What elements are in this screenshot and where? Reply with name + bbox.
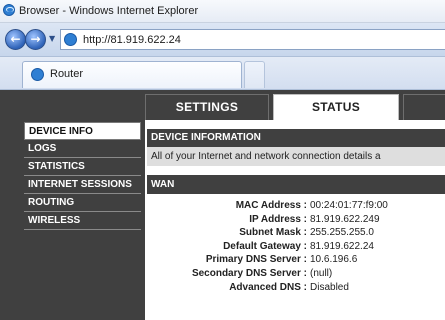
sidebar-item-wireless[interactable]: WIRELESS (24, 212, 141, 230)
device-info-heading: DEVICE INFORMATION (147, 129, 445, 147)
wan-label: Default Gateway : (223, 240, 307, 252)
router-sidebar: DEVICE INFO LOGS STATISTICS INTERNET SES… (24, 120, 141, 320)
browser-tab-strip: Router (0, 57, 445, 90)
tab-favicon-icon (31, 68, 44, 81)
wan-label: Advanced DNS : (229, 281, 307, 293)
tab-settings[interactable]: SETTINGS (145, 94, 269, 120)
wan-details: MAC Address : 00:24:01:77:f9:00 IP Addre… (145, 199, 445, 294)
navigation-bar: ← → ▼ http://81.919.622.24 (0, 23, 445, 57)
wan-value: 10.6.196.6 (310, 254, 358, 266)
browser-tab-label: Router (50, 68, 84, 80)
sidebar-item-routing[interactable]: ROUTING (24, 194, 141, 212)
sidebar-item-device-info[interactable]: DEVICE INFO (24, 122, 141, 140)
tab-next[interactable] (403, 94, 445, 120)
address-bar[interactable]: http://81.919.622.24 (60, 29, 445, 50)
window-title-bar: Browser - Windows Internet Explorer (0, 0, 445, 23)
back-button[interactable]: ← (5, 29, 26, 50)
new-tab-button[interactable] (244, 61, 265, 88)
tab-status[interactable]: STATUS (273, 94, 399, 120)
wan-value: (null) (310, 267, 333, 279)
device-info-description: All of your Internet and network connect… (147, 147, 445, 166)
wan-label: Subnet Mask : (239, 227, 307, 239)
router-content: DEVICE INFORMATION All of your Internet … (145, 120, 445, 320)
recent-pages-dropdown-icon[interactable]: ▼ (49, 34, 55, 43)
router-top-nav: SETTINGS STATUS (0, 90, 445, 120)
address-url[interactable]: http://81.919.622.24 (83, 34, 181, 46)
wan-value: 00:24:01:77:f9:00 (310, 200, 388, 211)
forward-button[interactable]: → (25, 29, 46, 50)
wan-label: Primary DNS Server : (205, 254, 307, 266)
wan-row-primary-dns: Primary DNS Server : 10.6.196.6 (145, 253, 445, 267)
sidebar-item-statistics[interactable]: STATISTICS (24, 158, 141, 176)
sidebar-item-logs[interactable]: LOGS (24, 140, 141, 158)
wan-row-ip: IP Address : 81.919.622.249 (145, 213, 445, 227)
page-favicon-icon (64, 33, 77, 46)
wan-label: MAC Address : (235, 200, 307, 211)
wan-heading: WAN (147, 175, 445, 194)
wan-value: Disabled (310, 281, 349, 293)
internet-explorer-icon (3, 4, 15, 16)
forward-arrow-icon: → (30, 32, 41, 46)
sidebar-item-internet-sessions[interactable]: INTERNET SESSIONS (24, 176, 141, 194)
window-title: Browser - Windows Internet Explorer (19, 5, 199, 17)
wan-row-subnet: Subnet Mask : 255.255.255.0 (145, 226, 445, 240)
wan-label: Secondary DNS Server : (191, 267, 307, 279)
router-page: SETTINGS STATUS DEVICE INFO LOGS STATIST… (0, 90, 445, 320)
wan-value: 255.255.255.0 (310, 227, 374, 239)
back-arrow-icon: ← (10, 32, 21, 46)
wan-label: IP Address : (249, 213, 307, 225)
wan-row-advanced-dns: Advanced DNS : Disabled (145, 281, 445, 295)
browser-tab-router[interactable]: Router (22, 61, 242, 88)
wan-value: 81.919.622.249 (310, 213, 380, 225)
wan-row-secondary-dns: Secondary DNS Server : (null) (145, 267, 445, 281)
wan-row-mac: MAC Address : 00:24:01:77:f9:00 (145, 199, 445, 213)
wan-row-gateway: Default Gateway : 81.919.622.24 (145, 240, 445, 254)
wan-value: 81.919.622.24 (310, 240, 374, 252)
